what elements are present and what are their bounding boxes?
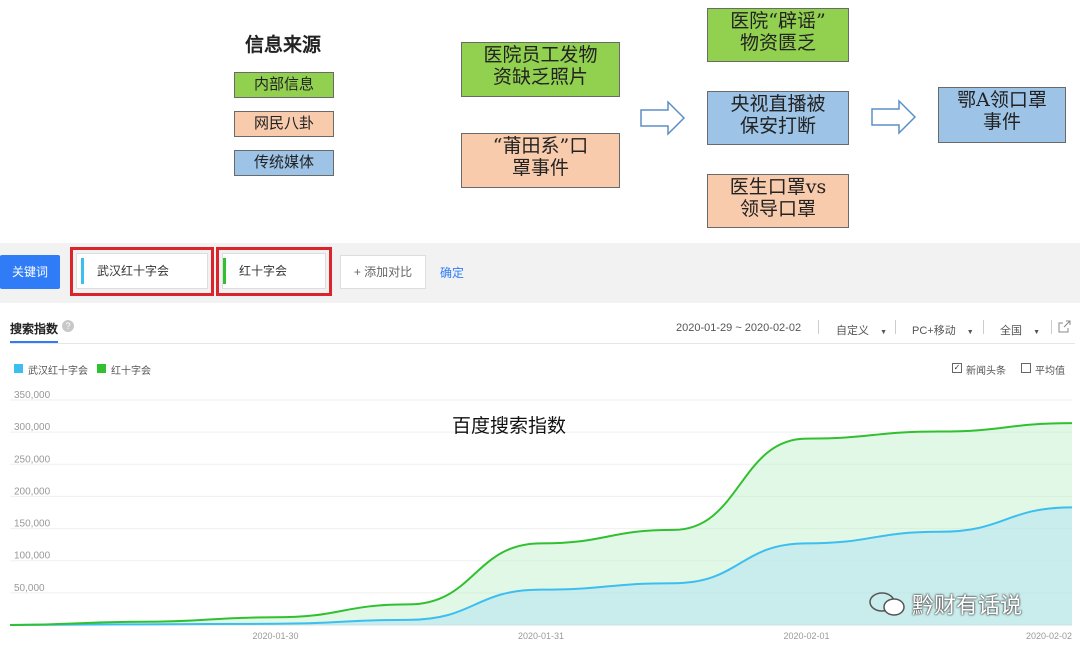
device-dropdown[interactable]: PC+移动 ▼	[912, 322, 974, 338]
divider	[1051, 320, 1052, 334]
box-line: 央视直播被	[730, 93, 826, 115]
series-color-bar	[223, 258, 226, 284]
y-tick-label: 200,000	[14, 486, 51, 497]
box-line: 医院“辟谣”	[730, 10, 826, 32]
add-compare-button[interactable]: + 添加对比	[340, 255, 426, 289]
divider	[10, 343, 1075, 344]
y-tick-label: 350,000	[14, 390, 51, 401]
x-tick-label: 2020-01-30	[252, 631, 298, 641]
divider	[983, 320, 984, 334]
region-label: 全国	[1000, 325, 1022, 337]
wechat-icon	[869, 592, 905, 616]
box-ea-mask: 鄂A领口罩 事件	[938, 87, 1066, 143]
caret-down-icon: ▼	[966, 329, 974, 336]
caret-down-icon: ▼	[1033, 329, 1040, 336]
region-dropdown[interactable]: 全国 ▼	[1000, 322, 1040, 338]
box-staff-photos: 医院员工发物 资缺乏照片	[461, 42, 620, 97]
average-label: 平均值	[1035, 366, 1065, 377]
keyword-input-2[interactable]: 红十字会	[222, 253, 326, 289]
arrow-right-icon	[871, 99, 917, 135]
box-line: 罩事件	[511, 156, 569, 179]
box-cctv-interrupted: 央视直播被 保安打断	[707, 91, 849, 145]
box-line: 保安打断	[739, 114, 816, 137]
keyword-text: 武汉红十字会	[97, 264, 170, 278]
x-tick-label: 2020-01-31	[518, 631, 564, 641]
watermark: 黔财有话说	[912, 594, 1023, 619]
box-line: 医生口罩vs	[729, 176, 827, 198]
x-tick-label: 2020-02-01	[783, 631, 829, 641]
search-index-tab[interactable]: 搜索指数	[10, 320, 58, 337]
y-tick-label: 50,000	[14, 583, 45, 594]
confirm-link[interactable]: 确定	[440, 264, 464, 281]
custom-dropdown[interactable]: 自定义 ▼	[836, 322, 887, 338]
y-tick-label: 150,000	[14, 519, 51, 530]
legend-label: 武汉红十字会	[28, 366, 88, 377]
box-rumor-refute: 医院“辟谣” 物资匮乏	[707, 8, 849, 62]
custom-label: 自定义	[836, 325, 869, 337]
series-color-bar	[81, 258, 84, 284]
chart-title: 百度搜索指数	[452, 415, 567, 437]
divider	[895, 320, 896, 334]
external-link-icon[interactable]	[1058, 320, 1071, 333]
keyword-label-button[interactable]: 关键词	[0, 255, 60, 289]
legend-netizen-gossip: 网民八卦	[234, 111, 334, 137]
average-checkbox[interactable]	[1021, 363, 1031, 373]
box-putian-masks: “莆田系”口 罩事件	[461, 133, 620, 188]
box-line: 鄂A领口罩	[957, 89, 1047, 111]
box-line: 领导口罩	[739, 197, 816, 220]
device-label: PC+移动	[912, 325, 956, 337]
news-label: 新闻头条	[966, 366, 1006, 377]
y-tick-label: 100,000	[14, 551, 51, 562]
legend-internal-info: 内部信息	[234, 72, 334, 98]
box-doctor-vs-leader: 医生口罩vs 领导口罩	[707, 174, 849, 228]
source-title: 信息来源	[245, 34, 322, 56]
box-line: “莆田系”口	[492, 135, 589, 157]
keyword-input-1[interactable]: 武汉红十字会	[76, 253, 208, 289]
news-checkbox[interactable]: ✓	[952, 363, 962, 373]
legend-swatch	[14, 364, 23, 373]
box-line: 资缺乏照片	[492, 65, 588, 88]
arrow-right-icon	[640, 100, 686, 136]
box-line: 物资匮乏	[739, 31, 816, 54]
box-line: 医院员工发物	[483, 44, 598, 66]
legend-traditional-media: 传统媒体	[234, 150, 334, 176]
date-range[interactable]: 2020-01-29 ~ 2020-02-02	[676, 322, 801, 334]
y-tick-label: 300,000	[14, 422, 51, 433]
box-line: 事件	[982, 110, 1021, 133]
legend-label: 红十字会	[111, 366, 151, 377]
divider	[818, 320, 819, 334]
keyword-text: 红十字会	[239, 264, 288, 278]
x-tick-label: 2020-02-02	[1026, 631, 1072, 641]
y-tick-label: 250,000	[14, 454, 51, 465]
help-icon[interactable]: ?	[62, 320, 74, 332]
legend-swatch	[97, 364, 106, 373]
caret-down-icon: ▼	[880, 329, 887, 336]
